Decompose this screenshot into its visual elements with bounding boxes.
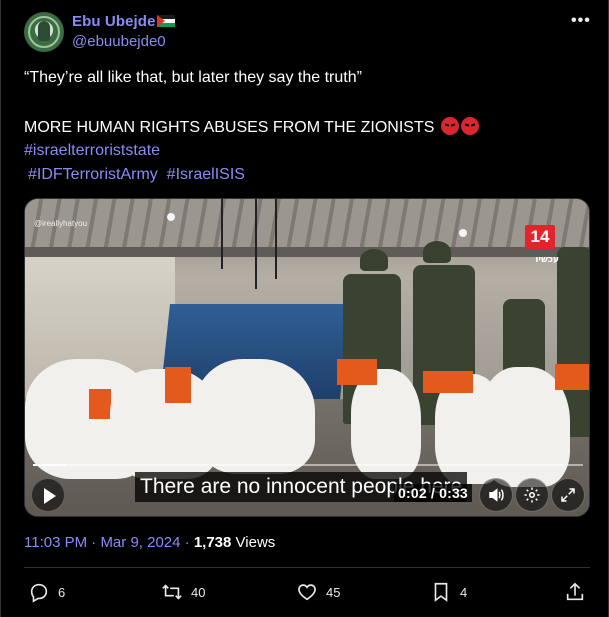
tweet-text-headline-text: MORE HUMAN RIGHTS ABUSES FROM THE ZIONIS… xyxy=(24,119,435,136)
palestine-flag-icon xyxy=(156,15,175,27)
heart-icon xyxy=(298,584,316,601)
video-scene-helmet xyxy=(423,241,451,263)
video-scene-blindfold xyxy=(165,367,191,403)
angry-face-icon xyxy=(460,117,479,135)
video-scene-figure xyxy=(195,359,315,474)
video-scene-beam xyxy=(25,247,589,257)
tweet-text-quote: “They’re all like that, but later they s… xyxy=(24,69,362,86)
tweet-card: Ebu Ubejde @ebuubejde0 ••• “They’re all … xyxy=(0,0,609,617)
video-scene-blindfold xyxy=(555,364,589,390)
video-scene-bulb xyxy=(167,213,175,221)
hashtag-israelterroriststate[interactable]: #israelterroriststate xyxy=(24,141,160,161)
angry-face-icon xyxy=(440,117,459,135)
repost-count: 40 xyxy=(191,584,206,600)
repost-icon xyxy=(162,584,182,600)
like-button[interactable]: 45 xyxy=(296,580,340,604)
video-scene-blindfold xyxy=(423,371,473,393)
video-scene-cable xyxy=(255,199,257,289)
play-button[interactable] xyxy=(31,478,65,512)
share-icon xyxy=(566,582,584,601)
reply-count: 6 xyxy=(58,584,66,600)
repost-button[interactable]: 40 xyxy=(161,580,205,604)
video-player[interactable]: @ireallyhatyou 14 עכשיו There are no inn… xyxy=(24,198,590,517)
like-count: 45 xyxy=(326,584,341,600)
reply-button[interactable]: 6 xyxy=(28,580,65,604)
views-count: 1,738 xyxy=(193,534,232,551)
video-progress-fill xyxy=(33,464,66,466)
reply-icon xyxy=(30,583,48,603)
video-time: 0:02 / 0:33 xyxy=(394,484,472,502)
video-scene-blindfold xyxy=(89,389,111,419)
video-watermark: @ireallyhatyou xyxy=(34,219,88,228)
volume-icon[interactable] xyxy=(479,478,513,512)
video-scene-cable xyxy=(275,199,277,279)
settings-gear-icon[interactable] xyxy=(515,478,549,512)
meta-separator: · xyxy=(184,534,190,551)
hashtag-idfterroristarmy[interactable]: #IDFTerroristArmy xyxy=(28,166,158,183)
channel-logo: 14 xyxy=(525,225,555,249)
divider xyxy=(24,567,590,568)
bookmark-button[interactable]: 4 xyxy=(430,580,467,604)
video-scene-bulb xyxy=(459,229,467,237)
share-button[interactable] xyxy=(564,580,586,604)
fullscreen-icon[interactable] xyxy=(551,478,585,512)
video-progress-bar[interactable] xyxy=(33,464,583,466)
video-scene-cable xyxy=(221,199,223,269)
hashtag-israelisis[interactable]: #IsraelISIS xyxy=(167,166,245,183)
meta-separator: · xyxy=(91,534,97,551)
tweet-date[interactable]: Mar 9, 2024 xyxy=(100,534,180,551)
views-label: Views xyxy=(235,534,276,551)
avatar[interactable] xyxy=(24,12,64,52)
tweet-time[interactable]: 11:03 PM xyxy=(24,534,87,551)
author-name[interactable]: Ebu Ubejde xyxy=(72,13,175,30)
avatar-figure xyxy=(38,21,50,41)
author-handle[interactable]: @ebuubejde0 xyxy=(72,33,166,50)
tweet-text-headline: MORE HUMAN RIGHTS ABUSES FROM THE ZIONIS… xyxy=(24,117,479,138)
video-scene-figure xyxy=(351,369,421,479)
video-scene-blindfold xyxy=(337,359,377,385)
bookmark-count: 4 xyxy=(460,584,468,600)
tweet-meta: 11:03 PM · Mar 9, 2024 · 1,738 Views xyxy=(24,534,275,551)
more-horizontal-icon[interactable]: ••• xyxy=(571,12,591,30)
bookmark-icon xyxy=(434,582,448,602)
video-scene-helmet xyxy=(360,249,388,271)
hashtag-row: #IDFTerroristArmy #IsraelISIS xyxy=(28,165,245,185)
author-display-name: Ebu Ubejde xyxy=(72,13,156,30)
channel-logo-sub: עכשיו xyxy=(535,255,559,265)
